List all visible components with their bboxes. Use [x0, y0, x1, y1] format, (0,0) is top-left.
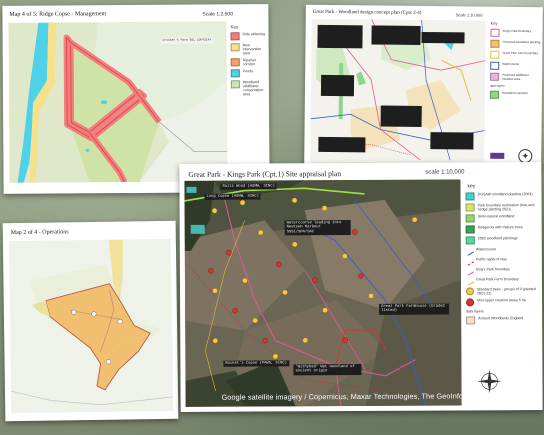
key-item: Ride widening: [230, 32, 267, 41]
compass-rose-icon: [476, 368, 502, 394]
key-swatch: [230, 80, 240, 89]
annotation-box: [318, 136, 366, 153]
annotation-box: [320, 74, 355, 97]
key-item: Riparian corridor: [230, 58, 267, 67]
key-item: data layers: [489, 83, 505, 88]
key-item: Watercourse: [490, 61, 540, 71]
key-swatch: [230, 69, 240, 78]
key-swatch: [490, 50, 500, 59]
map-label-farmhouse: Great Park Farmhouse (Grade2 listed): [379, 303, 450, 315]
woodland-design-map[interactable]: [310, 18, 486, 165]
annotation-box: [430, 132, 474, 150]
key-swatch: [230, 32, 240, 41]
operations-map[interactable]: [8, 238, 174, 414]
key-item: Woodland wildflower conservation area: [230, 80, 267, 96]
key-swatch: [490, 39, 500, 48]
key-item: Great Park Farm boundary: [490, 50, 540, 60]
key-swatch: [466, 316, 476, 325]
key-heading: key: [467, 183, 476, 190]
annotation-box: [317, 24, 363, 49]
key-heading: Key: [490, 20, 498, 26]
key-item: Ancient Woodlands England: [466, 316, 540, 325]
key-swatch: [465, 225, 475, 234]
key-swatch: [490, 28, 500, 37]
key-item: Proposed woodland planting: [490, 39, 540, 49]
sheet-title: Map 4 of 5: Ridge Copse - Management: [9, 11, 107, 18]
key-swatch: [464, 276, 475, 286]
satellite-map[interactable]: Rails Wood (ASNW, SINC) Long Copse (ASNW…: [184, 179, 462, 407]
key-item: King's Park boundary: [464, 266, 540, 276]
key-swatch: [489, 90, 499, 99]
sheet-title: Great Park - Kings Park (Cpt.1) Site app…: [188, 169, 342, 179]
scale-label: Scale 1:10,000: [455, 12, 483, 18]
sheet-title: Map 2 of 4 - Operations: [10, 229, 69, 237]
key-item: Semi-natural woodland: [465, 214, 540, 223]
key-item: Mini-ripper creation areas 5 ha: [466, 298, 540, 307]
map-label-withybed: 'Withybed' Wet woodland of ancient origi…: [293, 363, 362, 375]
key-swatch: [490, 61, 500, 70]
ridge-copse-map[interactable]: Crocker's Farm SSL 1DG43144: [8, 21, 228, 183]
map-label-rails-wood: Rails Wood (ASNW, SINC): [220, 183, 277, 191]
key-item: JIGSAW woodland planting (2004): [465, 192, 540, 201]
key-swatch: [466, 287, 475, 296]
key-item: Watercourse: [464, 246, 540, 256]
key-swatch: [230, 43, 240, 52]
annotation-box: [380, 105, 422, 127]
key-swatch: [465, 214, 475, 223]
key-item: King's Park boundary: [490, 28, 541, 38]
key-item: New intervention area: [230, 43, 267, 55]
map-label-crockers-farm: Crocker's Farm SSL 1DG43144: [160, 37, 214, 45]
key-item: 2002 woodland plantings: [465, 236, 540, 245]
key-swatch: [466, 298, 475, 307]
key-item: Great Park Farm boundary: [464, 276, 540, 286]
map-sheet-site-appraisal[interactable]: Great Park - Kings Park (Cpt.1) Site app…: [179, 162, 543, 412]
map-sheet-woodland-design[interactable]: Great Park - Woodland design concept pla…: [304, 4, 543, 170]
map-key: Ride widening New intervention area Ripa…: [230, 32, 267, 99]
map-key: JIGSAW woodland planting (2004) Park bou…: [464, 192, 541, 327]
key-item: Hedgerow with mature trees: [465, 225, 540, 234]
annotation-box: [371, 25, 421, 45]
sheet-title: Great Park - Woodland design concept pla…: [312, 9, 422, 16]
key-swatch: [230, 58, 240, 67]
compass-icon: ✦: [518, 148, 533, 164]
map-label-long-copse: Long Copse (ASNW, SINC): [204, 193, 261, 201]
map-key: King's Park boundary Proposed woodland p…: [489, 28, 541, 103]
logo-icon: [490, 152, 505, 159]
scale-label: Scale 1:2,500: [202, 11, 234, 18]
key-item: Standard trees - groups of 9 (planted 20…: [466, 287, 540, 296]
key-heading: Key: [230, 24, 239, 30]
key-item: Park boundary restoration (tree and hedg…: [465, 203, 540, 212]
map-sheet-operations[interactable]: Map 2 of 4 - Operations: [2, 220, 179, 422]
key-swatch: [465, 192, 475, 201]
key-swatch: [490, 72, 500, 81]
map-attribution: Google satellite imagery / Copernicus, M…: [221, 391, 462, 402]
key-item: Public rights of way: [464, 256, 540, 266]
key-swatch: [465, 203, 475, 212]
map-label-watercourse: Watercourse leading into Newtown Harbour…: [284, 220, 351, 236]
annotation-box: [421, 31, 465, 44]
key-item: Proposed wildflower meadow area: [490, 72, 540, 82]
key-item: Ponds: [230, 69, 267, 78]
key-swatch: [464, 266, 475, 276]
key-item: data layers: [466, 309, 484, 314]
map-label-buckets-copse: Bucket's Copse (PAWS, SINC): [223, 360, 289, 368]
scale-label: scale 1:10,000: [425, 169, 465, 176]
key-swatch: [464, 256, 475, 266]
key-item: Woodland corridors: [489, 90, 540, 100]
key-swatch: [464, 246, 475, 256]
key-swatch: [465, 236, 475, 245]
